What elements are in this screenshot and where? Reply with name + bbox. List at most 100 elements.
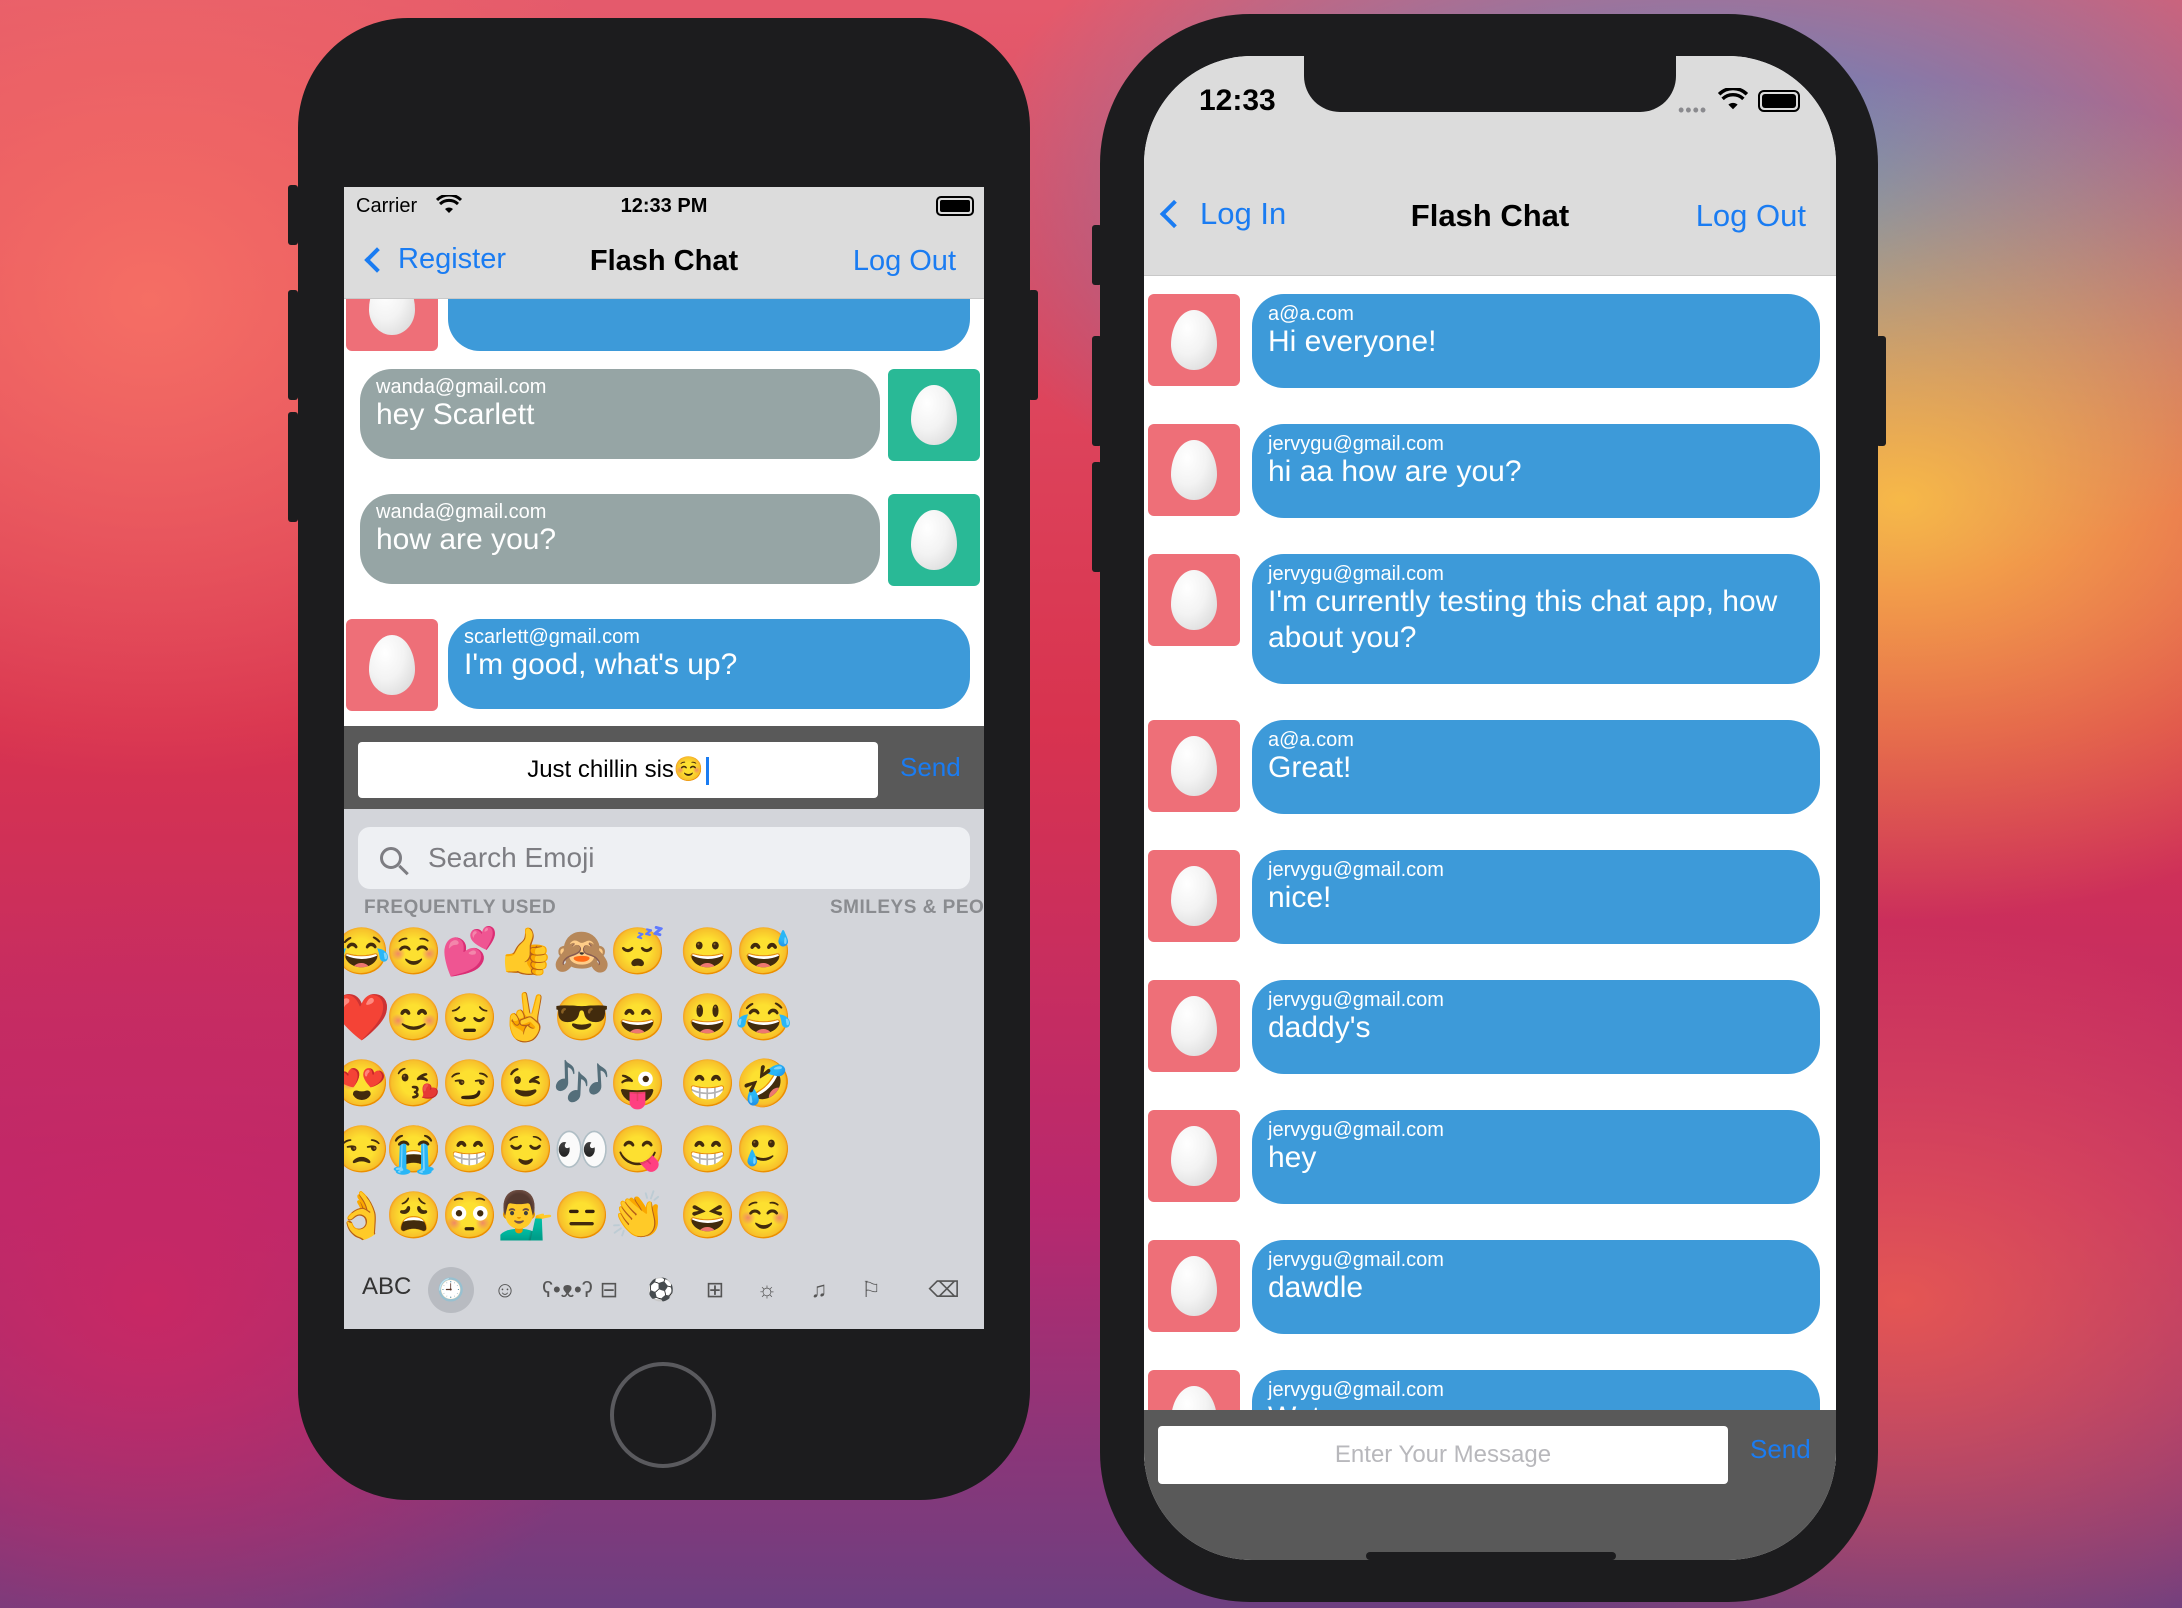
- section-header-smileys: SMILEYS & PEO: [830, 897, 984, 918]
- message-input[interactable]: Enter Your Message: [1158, 1426, 1728, 1484]
- mute-switch: [288, 185, 298, 245]
- volume-down-button: [1092, 462, 1102, 572]
- emoji-key[interactable]: 😁: [678, 1053, 738, 1113]
- emoji-keyboard: Search Emoji FREQUENTLY USED SMILEYS & P…: [344, 809, 984, 1329]
- wifi-icon: [1717, 86, 1749, 117]
- emoji-key[interactable]: 😁: [678, 1119, 738, 1179]
- notch: [1304, 56, 1676, 112]
- emoji-key[interactable]: ✌️: [496, 987, 556, 1047]
- message-sender: jervygu@gmail.com: [1268, 989, 1444, 1011]
- emoji-key[interactable]: 😃: [678, 987, 738, 1047]
- status-time: 12:33 PM: [620, 195, 708, 217]
- ball-icon[interactable]: ⚽: [646, 1275, 676, 1305]
- right-phone-screen: 12:33 •••• Log In Flash Chat Log Out a@a…: [1144, 56, 1836, 1560]
- emoji-key[interactable]: 👏: [608, 1185, 668, 1245]
- logout-button[interactable]: Log Out: [1696, 198, 1806, 234]
- avatar: [1148, 980, 1240, 1072]
- emoji-key[interactable]: 💁‍♂️: [496, 1185, 556, 1245]
- emoji-key[interactable]: 😏: [440, 1053, 500, 1113]
- message-input-bar: Just chillin sis☺️ Send: [344, 726, 984, 809]
- logout-button[interactable]: Log Out: [853, 245, 956, 278]
- abc-button[interactable]: ABC: [362, 1273, 411, 1301]
- delete-icon[interactable]: ⌫: [924, 1275, 964, 1305]
- emoji-key[interactable]: 😳: [440, 1185, 500, 1245]
- message-list[interactable]: a@a.com Hi everyone! jervygu@gmail.com hi a…: [1144, 276, 1836, 1466]
- egg-icon: [1171, 996, 1217, 1056]
- emoji-key[interactable]: 😭: [384, 1119, 444, 1179]
- section-header-frequent: FREQUENTLY USED: [364, 897, 557, 918]
- emoji-key[interactable]: 😆: [678, 1185, 738, 1245]
- message-text: I'm currently testing this chat app, how…: [1268, 585, 1778, 654]
- home-button[interactable]: [610, 1362, 716, 1468]
- battery-icon: [1758, 90, 1800, 112]
- egg-icon: [1171, 866, 1217, 926]
- emoji-key[interactable]: ☺️: [384, 921, 444, 981]
- emoji-key[interactable]: 💕: [440, 921, 500, 981]
- food-icon[interactable]: ⊟: [594, 1275, 624, 1305]
- emoji-key[interactable]: 🤣: [734, 1053, 794, 1113]
- emoji-key[interactable]: 🎶: [552, 1053, 612, 1113]
- message-list[interactable]: wanda@gmail.com hey Scarlett wanda@gmail…: [344, 299, 984, 713]
- message-bubble: jervygu@gmail.com I'm currently testing t…: [1252, 554, 1820, 684]
- symbols-icon[interactable]: ♫: [804, 1275, 834, 1305]
- avatar: [888, 369, 980, 461]
- emoji-key[interactable]: 😉: [496, 1053, 556, 1113]
- car-icon[interactable]: ⊞: [700, 1275, 730, 1305]
- emoji-key[interactable]: 😀: [678, 921, 738, 981]
- message-text: Hi everyone!: [1268, 325, 1437, 358]
- message-row: wanda@gmail.com how are you?: [344, 494, 984, 586]
- message-row: jervygu@gmail.com I'm currently testing t…: [1144, 554, 1836, 684]
- emoji-grid: 😂 ☺️ 💕 👍 🙈 😴 😀 😅 ❤️ 😊 😔 ✌️ 😎 😄 😃 😂 😍 😘 😏 😉 🎶 😜 😁 🤣 😒 😭 😁 😌 👀 😋 😁 🥲 👌 😩 😳 💁‍…: [344, 921, 984, 1251]
- emoji-key[interactable]: 😜: [608, 1053, 668, 1113]
- avatar: [1148, 850, 1240, 942]
- emoji-key[interactable]: 😁: [440, 1119, 500, 1179]
- message-text: how are you?: [376, 523, 557, 556]
- emoji-key[interactable]: 🥲: [734, 1119, 794, 1179]
- avatar: [1148, 720, 1240, 812]
- emoji-key[interactable]: 😊: [384, 987, 444, 1047]
- emoji-key[interactable]: 😅: [734, 921, 794, 981]
- emoji-search-placeholder: Search Emoji: [428, 842, 595, 873]
- emoji-key[interactable]: 😎: [552, 987, 612, 1047]
- smiley-icon[interactable]: ☺: [490, 1275, 520, 1305]
- emoji-key[interactable]: 😄: [608, 987, 668, 1047]
- emoji-key[interactable]: 😔: [440, 987, 500, 1047]
- emoji-key[interactable]: 😌: [496, 1119, 556, 1179]
- home-indicator: [1366, 1552, 1616, 1560]
- emoji-key[interactable]: 👀: [552, 1119, 612, 1179]
- clock-icon[interactable]: 🕘: [436, 1275, 466, 1305]
- message-row-partial: [344, 299, 984, 351]
- battery-icon: [936, 196, 974, 216]
- emoji-key[interactable]: 😘: [384, 1053, 444, 1113]
- message-row: jervygu@gmail.com nice!: [1144, 850, 1836, 944]
- message-sender: jervygu@gmail.com: [1268, 1379, 1444, 1401]
- emoji-key[interactable]: ☺️: [734, 1185, 794, 1245]
- left-phone-screen: Carrier 12:33 PM Register Flash Chat Log…: [344, 187, 984, 1329]
- message-bubble: [448, 299, 970, 351]
- message-bubble: a@a.com Great!: [1252, 720, 1820, 814]
- emoji-key[interactable]: 🙈: [552, 921, 612, 981]
- avatar: [1148, 554, 1240, 646]
- bulb-icon[interactable]: ☼: [752, 1275, 782, 1305]
- flag-icon[interactable]: ⚐: [856, 1275, 886, 1305]
- avatar: [1148, 1240, 1240, 1332]
- egg-icon: [1171, 570, 1217, 630]
- egg-icon: [1171, 440, 1217, 500]
- emoji-search-field[interactable]: Search Emoji: [358, 827, 970, 889]
- avatar: [346, 299, 438, 351]
- bear-icon[interactable]: ʕ•ᴥ•ʔ: [542, 1275, 593, 1305]
- emoji-key[interactable]: 😋: [608, 1119, 668, 1179]
- message-row: jervygu@gmail.com dawdle: [1144, 1240, 1836, 1334]
- send-button[interactable]: Send: [1750, 1434, 1811, 1465]
- emoji-key[interactable]: 👍: [496, 921, 556, 981]
- message-text: hey Scarlett: [376, 398, 535, 431]
- emoji-key[interactable]: 😑: [552, 1185, 612, 1245]
- message-sender: jervygu@gmail.com: [1268, 1249, 1444, 1271]
- emoji-key[interactable]: 😴: [608, 921, 668, 981]
- message-bubble: wanda@gmail.com hey Scarlett: [360, 369, 880, 459]
- message-sender: a@a.com: [1268, 729, 1354, 751]
- message-input[interactable]: Just chillin sis☺️: [358, 742, 878, 798]
- emoji-key[interactable]: 😩: [384, 1185, 444, 1245]
- send-button[interactable]: Send: [900, 752, 961, 783]
- emoji-key[interactable]: 😂: [734, 987, 794, 1047]
